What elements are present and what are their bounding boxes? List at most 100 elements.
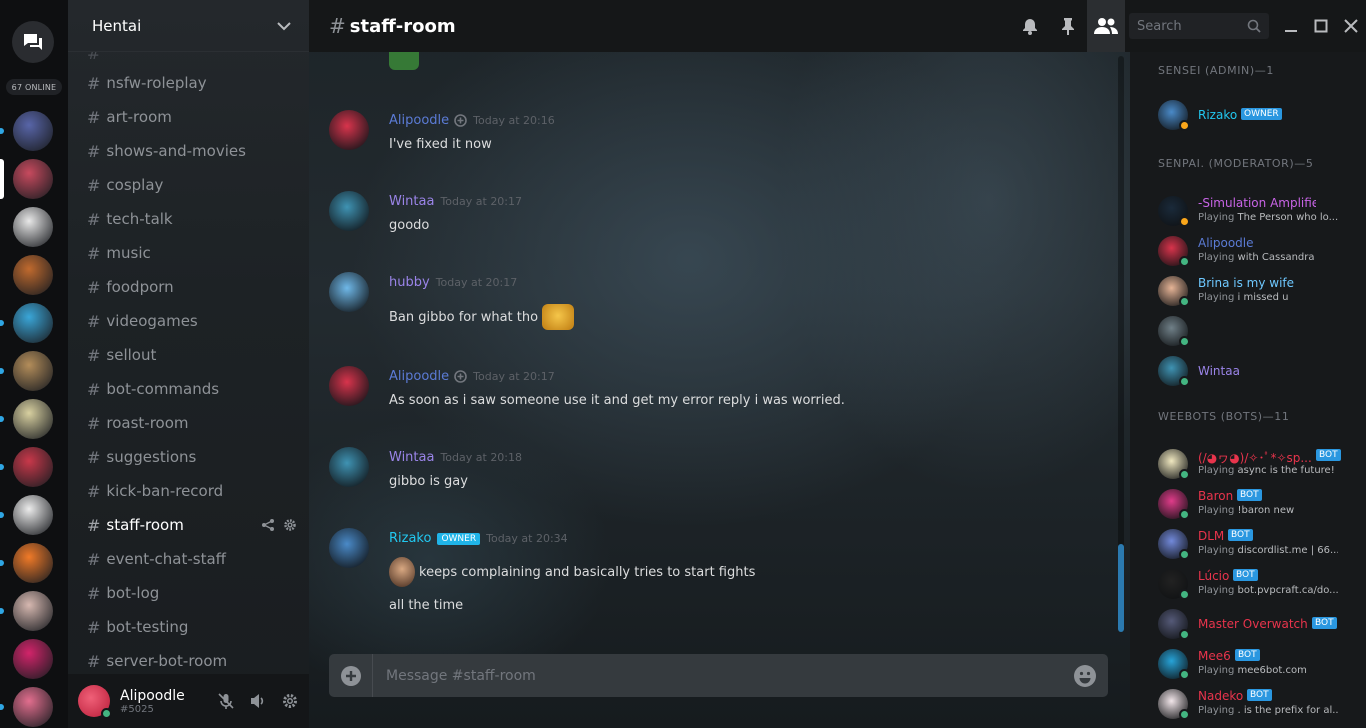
emoji-image	[542, 304, 575, 330]
channel-art-room[interactable]: # art-room	[87, 106, 297, 128]
mute-microphone-icon[interactable]	[217, 692, 235, 710]
member-item[interactable]: Rizako OWNER	[1158, 100, 1358, 132]
pinned-messages-button[interactable]	[1049, 0, 1087, 52]
member-name: Rizako	[1198, 108, 1238, 122]
member-item[interactable]: (/◕ヮ◕)/✧･ﾟ*✧sp... BOT Playing async is the…	[1158, 449, 1358, 481]
channel-bot-testing[interactable]: # bot-testing	[87, 616, 297, 638]
role-group-header: SENPAI. (MODERATOR)—5	[1158, 157, 1314, 170]
avatar[interactable]	[329, 528, 369, 568]
channel-cosplay[interactable]: # cosplay	[87, 174, 297, 196]
unread-indicator	[0, 128, 4, 134]
channel-partial[interactable]: #	[87, 52, 297, 64]
channel-tech-talk[interactable]: # tech-talk	[87, 208, 297, 230]
server-icon-7[interactable]	[13, 399, 53, 439]
activity-text: bot.pvpcraft.ca/do...	[1237, 585, 1338, 596]
member-list-toggle[interactable]	[1087, 0, 1125, 52]
channel-roast-room[interactable]: # roast-room	[87, 412, 297, 434]
member-name: Brina is my wife	[1198, 276, 1295, 290]
member-item[interactable]: Master Overwatch BOT	[1158, 609, 1358, 641]
minimize-icon[interactable]	[1284, 19, 1298, 33]
channel-foodporn[interactable]: # foodporn	[87, 276, 297, 298]
direct-messages-button[interactable]	[12, 21, 54, 63]
member-item[interactable]: Wintaa	[1158, 356, 1358, 388]
message-timestamp: Today at 20:18	[440, 451, 523, 464]
message-composer[interactable]: Message #staff-room	[329, 654, 1108, 697]
settings-gear-icon[interactable]	[281, 692, 299, 710]
channel-music[interactable]: # music	[87, 242, 297, 264]
speaker-icon[interactable]	[249, 692, 267, 710]
avatar[interactable]	[329, 366, 369, 406]
avatar[interactable]	[78, 685, 112, 719]
close-icon[interactable]	[1344, 19, 1358, 33]
hash-icon: #	[87, 549, 101, 569]
channel-suggestions[interactable]: # suggestions	[87, 446, 297, 468]
member-item[interactable]: Lúcio BOT Playing bot.pvpcraft.ca/do...	[1158, 569, 1358, 601]
channel-bot-log[interactable]: # bot-log	[87, 582, 297, 604]
channel-shows-and-movies[interactable]: # shows-and-movies	[87, 140, 297, 162]
bot-tag: BOT	[1237, 489, 1262, 501]
server-icon-2[interactable]	[13, 159, 53, 199]
avatar[interactable]	[329, 447, 369, 487]
server-icon-3[interactable]	[13, 207, 53, 247]
status-indicator	[1179, 629, 1190, 640]
server-icon-9[interactable]	[13, 495, 53, 535]
member-item[interactable]: Mee6 BOT Playing mee6bot.com	[1158, 649, 1358, 681]
server-icon-13[interactable]	[13, 687, 53, 727]
maximize-icon[interactable]	[1314, 19, 1328, 33]
server-icon-5[interactable]	[13, 303, 53, 343]
search-placeholder: Search	[1137, 18, 1182, 34]
channel-server-bot-room[interactable]: # server-bot-room	[87, 650, 297, 672]
channel-bot-commands[interactable]: # bot-commands	[87, 378, 297, 400]
channel-list: # # nsfw-roleplay # art-room # shows-and-movi…	[68, 52, 309, 674]
status-indicator	[1179, 120, 1190, 131]
server-icon-6[interactable]	[13, 351, 53, 391]
message-input-placeholder: Message #staff-room	[386, 667, 536, 684]
member-item[interactable]	[1158, 316, 1358, 348]
member-item[interactable]: DLM BOT Playing discordlist.me | 66...	[1158, 529, 1358, 561]
server-icon-12[interactable]	[13, 639, 53, 679]
upload-button[interactable]	[329, 654, 373, 697]
member-item[interactable]: Nadeko BOT Playing . is the prefix for al.…	[1158, 689, 1358, 721]
message-author[interactable]: Rizako	[389, 531, 431, 546]
hash-icon: #	[329, 14, 346, 38]
channel-sellout[interactable]: # sellout	[87, 344, 297, 366]
channel-kick-ban-record[interactable]: # kick-ban-record	[87, 480, 297, 502]
message-author[interactable]: Alipoodle	[389, 369, 449, 384]
hash-icon: #	[87, 73, 101, 93]
channel-videogames[interactable]: # videogames	[87, 310, 297, 332]
message-header: Rizako OWNER Today at 20:34	[389, 531, 568, 546]
notifications-button[interactable]	[1011, 0, 1049, 52]
message-author[interactable]: Alipoodle	[389, 113, 449, 128]
search-input[interactable]: Search	[1129, 13, 1269, 39]
server-icon-10[interactable]	[13, 543, 53, 583]
message: Wintaa Today at 20:17 goodo	[329, 191, 1109, 243]
server-icon-8[interactable]	[13, 447, 53, 487]
avatar[interactable]	[329, 110, 369, 150]
channel-staff-room[interactable]: # staff-room	[87, 514, 297, 536]
member-item[interactable]: Alipoodle Playing with Cassandra	[1158, 236, 1358, 268]
unread-indicator	[0, 464, 4, 470]
emoji-image	[389, 557, 415, 587]
guild-header[interactable]: Hentai	[68, 0, 309, 52]
message-author[interactable]: hubby	[389, 275, 430, 290]
server-icon-4[interactable]	[13, 255, 53, 295]
message-author[interactable]: Wintaa	[389, 194, 434, 209]
gear-icon[interactable]	[283, 518, 297, 532]
avatar[interactable]	[329, 272, 369, 312]
scrollbar[interactable]	[1118, 56, 1124, 632]
message-author[interactable]: Wintaa	[389, 450, 434, 465]
channel-tools	[261, 518, 297, 532]
hash-icon: #	[87, 141, 101, 161]
channel-event-chat-staff[interactable]: # event-chat-staff	[87, 548, 297, 570]
emoji-picker-icon[interactable]	[1073, 664, 1097, 688]
avatar[interactable]	[329, 191, 369, 231]
server-icon-1[interactable]	[13, 111, 53, 151]
server-icon-11[interactable]	[13, 591, 53, 631]
scrollbar-thumb[interactable]	[1118, 544, 1124, 632]
member-item[interactable]: Baron BOT Playing !baron new	[1158, 489, 1358, 521]
channel-nsfw-roleplay[interactable]: # nsfw-roleplay	[87, 72, 297, 94]
share-icon[interactable]	[261, 518, 275, 532]
message: hubby Today at 20:17 Ban gibbo for what th…	[329, 272, 1109, 330]
member-item[interactable]: -Simulation Amplified- Playing The Person…	[1158, 196, 1358, 228]
member-item[interactable]: Brina is my wife Playing i missed u	[1158, 276, 1358, 308]
